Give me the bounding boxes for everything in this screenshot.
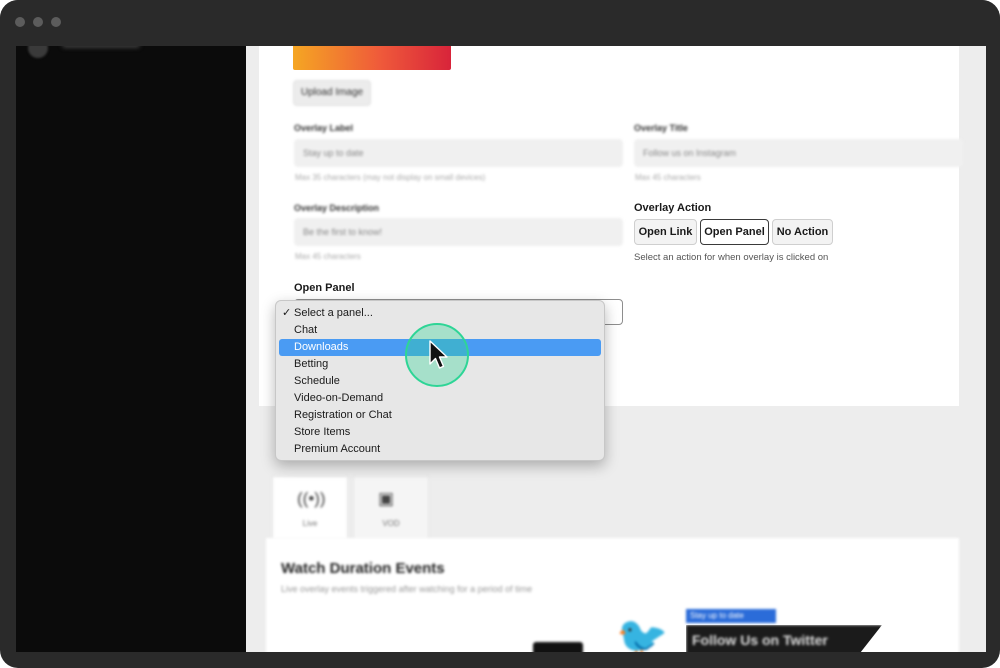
overlay-title-input[interactable]: Follow us on Instagram [634, 139, 963, 167]
preview-device [533, 642, 583, 652]
overlay-description-label: Overlay Description [294, 203, 380, 213]
overlay-label-input[interactable]: Stay up to date [294, 139, 623, 167]
open-panel-button[interactable]: Open Panel [700, 219, 769, 245]
overlay-image-preview [293, 46, 451, 70]
tab-vod[interactable]: ▣ VOD [353, 476, 429, 540]
dropdown-option[interactable]: Premium Account [279, 441, 601, 458]
checkmark-icon: ✓ [282, 307, 292, 319]
overlay-action-hint: Select an action for when overlay is cli… [634, 252, 829, 263]
mouse-cursor-icon [429, 340, 448, 369]
close-window-button[interactable] [15, 17, 25, 27]
overlay-description-hint: Max 45 characters [295, 252, 361, 261]
dropdown-option[interactable]: Store Items [279, 424, 601, 441]
app-window: Upload Image Overlay Label Stay up to da… [0, 0, 1000, 668]
tab-live[interactable]: ((•)) Live [272, 476, 348, 540]
sidebar [16, 46, 246, 652]
no-action-button[interactable]: No Action [772, 219, 833, 245]
sidebar-user-name [62, 46, 140, 48]
open-link-button[interactable]: Open Link [634, 219, 697, 245]
overlay-label-label: Overlay Label [294, 123, 354, 133]
dropdown-option[interactable]: ✓ Select a panel... [279, 305, 601, 322]
minimize-window-button[interactable] [33, 17, 43, 27]
dropdown-option[interactable]: Video-on-Demand [279, 390, 601, 407]
zoom-window-button[interactable] [51, 17, 61, 27]
watch-duration-heading: Watch Duration Events [281, 560, 445, 577]
open-panel-label: Open Panel [294, 282, 355, 294]
overlay-label-hint: Max 35 characters (may not display on sm… [295, 173, 486, 182]
upload-image-button[interactable]: Upload Image [293, 80, 371, 106]
broadcast-icon: ((•)) [297, 489, 326, 508]
dropdown-option[interactable]: Registration or Chat [279, 407, 601, 424]
twitter-icon: 🐦 [616, 614, 669, 653]
video-icon: ▣ [378, 489, 395, 508]
overlay-description-input[interactable]: Be the first to know! [294, 218, 623, 246]
watch-duration-description: Live overlay events triggered after watc… [281, 584, 533, 594]
preview-tag: Stay up to date [686, 609, 776, 623]
overlay-title-hint: Max 45 characters [635, 173, 701, 182]
avatar[interactable] [28, 46, 48, 58]
preview-banner: Follow Us on Twitter [686, 625, 882, 652]
overlay-action-label: Overlay Action [634, 202, 712, 214]
overlay-title-label: Overlay Title [634, 123, 688, 133]
title-bar [0, 0, 1000, 46]
